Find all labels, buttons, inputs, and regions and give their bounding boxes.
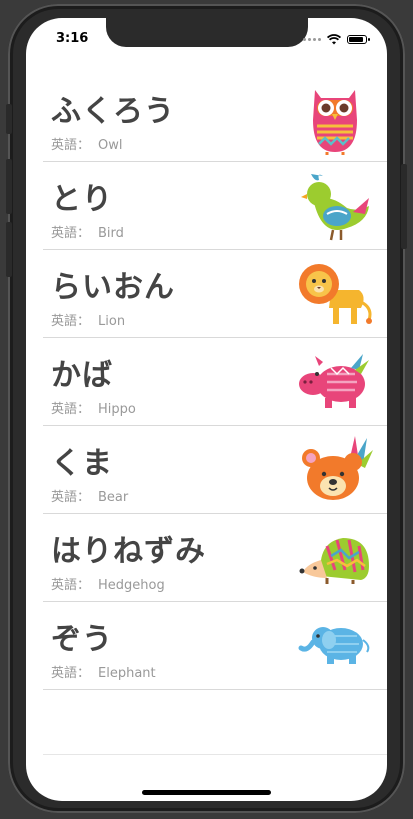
- list-item[interactable]: ふくろう 英語： Owl: [43, 74, 387, 162]
- animal-name: らいおん: [51, 270, 175, 305]
- list-item[interactable]: はりねずみ 英語： Hedgehog: [43, 514, 387, 602]
- english-label: 英語：: [51, 578, 91, 593]
- animal-name: はりねずみ: [51, 534, 206, 569]
- english-label: 英語：: [51, 138, 91, 153]
- battery-icon: [347, 35, 370, 44]
- power-button: [401, 164, 407, 249]
- animal-list: ふくろう 英語： Owl とり 英語： Bird らいおん 英語： Lion か…: [43, 74, 387, 690]
- english-value: Bear: [98, 490, 129, 505]
- status-icons: [303, 34, 370, 45]
- animal-name: ぞう: [51, 622, 113, 657]
- english-label: 英語：: [51, 490, 91, 505]
- english-value: Bird: [98, 226, 124, 241]
- animal-english: 英語： Lion: [51, 310, 125, 329]
- animal-english: 英語： Bird: [51, 222, 124, 241]
- english-label: 英語：: [51, 226, 91, 241]
- status-time: 3:16: [56, 31, 89, 46]
- list-item[interactable]: くま 英語： Bear: [43, 426, 387, 514]
- list-item[interactable]: かば 英語： Hippo: [43, 338, 387, 426]
- english-value: Owl: [98, 138, 123, 153]
- wifi-icon: [327, 34, 341, 45]
- animal-english: 英語： Hedgehog: [51, 574, 165, 593]
- notch: [106, 18, 308, 47]
- english-value: Hippo: [98, 402, 136, 417]
- list-item[interactable]: らいおん 英語： Lion: [43, 250, 387, 338]
- volume-down-button: [6, 222, 12, 277]
- animal-english: 英語： Hippo: [51, 398, 136, 417]
- bear-icon: [302, 436, 373, 500]
- volume-up-button: [6, 159, 12, 214]
- english-label: 英語：: [51, 314, 91, 329]
- english-value: Elephant: [98, 666, 156, 681]
- animal-name: とり: [51, 182, 113, 217]
- lion-icon: [299, 264, 372, 324]
- english-value: Hedgehog: [98, 578, 165, 593]
- elephant-icon: [298, 627, 370, 664]
- hedgehog-icon: [299, 538, 369, 584]
- animal-english: 英語： Owl: [51, 134, 123, 153]
- screen: 3:16 ふくろう 英語： Owl とり 英語： Bird らいおん 英語： L…: [26, 18, 387, 801]
- animal-name: ふくろう: [51, 94, 175, 129]
- list-item[interactable]: ぞう 英語： Elephant: [43, 602, 387, 690]
- animal-name: かば: [51, 358, 113, 393]
- mute-switch: [6, 104, 12, 134]
- owl-icon: [313, 90, 357, 155]
- hippo-icon: [299, 354, 369, 408]
- home-indicator[interactable]: [142, 790, 271, 795]
- signal-icon: [303, 38, 321, 41]
- english-value: Lion: [98, 314, 126, 329]
- animal-name: くま: [51, 446, 113, 481]
- animal-english: 英語： Elephant: [51, 662, 156, 681]
- english-label: 英語：: [51, 666, 91, 681]
- list-item[interactable]: とり 英語： Bird: [43, 162, 387, 250]
- bird-icon: [301, 174, 369, 241]
- english-label: 英語：: [51, 402, 91, 417]
- table-separator: [43, 754, 387, 755]
- animal-english: 英語： Bear: [51, 486, 128, 505]
